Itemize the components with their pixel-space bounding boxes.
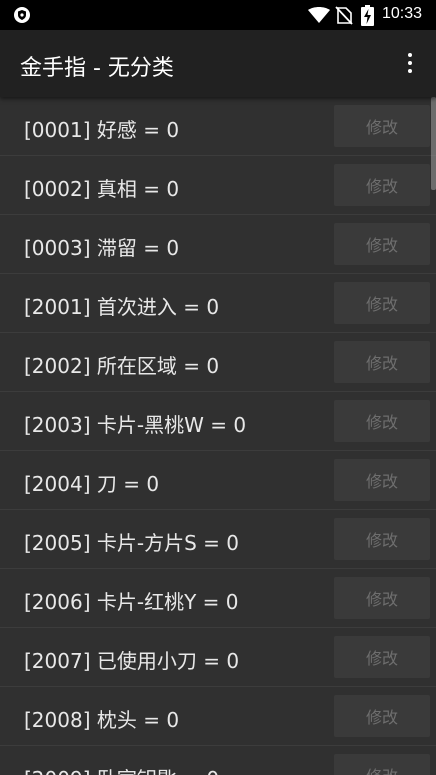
edit-button[interactable]: 修改 xyxy=(334,400,430,442)
app-bar: 金手指 - 无分类 xyxy=(0,30,436,97)
edit-button[interactable]: 修改 xyxy=(334,282,430,324)
item-label: [0003] 滞留 = 0 xyxy=(24,236,180,260)
edit-button[interactable]: 修改 xyxy=(334,518,430,560)
wifi-icon xyxy=(308,7,330,23)
list-item: [0002] 真相 = 0 修改 xyxy=(0,156,436,215)
item-label: [2001] 首次进入 = 0 xyxy=(24,295,220,319)
list-item: [0003] 滞留 = 0 修改 xyxy=(0,215,436,274)
list-item: [2007] 已使用小刀 = 0 修改 xyxy=(0,628,436,687)
edit-button[interactable]: 修改 xyxy=(334,164,430,206)
list-item: [2009] 卧室钥匙 = 0 修改 xyxy=(0,746,436,775)
edit-button[interactable]: 修改 xyxy=(334,695,430,737)
cheat-list[interactable]: [0001] 好感 = 0 修改 [0002] 真相 = 0 修改 [0003]… xyxy=(0,97,436,775)
list-item: [2002] 所在区域 = 0 修改 xyxy=(0,333,436,392)
list-item: [2004] 刀 = 0 修改 xyxy=(0,451,436,510)
battery-charging-icon xyxy=(361,5,374,26)
item-label: [0002] 真相 = 0 xyxy=(24,177,180,201)
status-time: 10:33 xyxy=(382,5,423,22)
item-label: [2009] 卧室钥匙 = 0 xyxy=(24,763,219,775)
edit-button[interactable]: 修改 xyxy=(334,341,430,383)
item-label: [0001] 好感 = 0 xyxy=(24,118,180,142)
item-label: [2006] 卡片-红桃Y = 0 xyxy=(24,590,239,614)
edit-button[interactable]: 修改 xyxy=(334,105,430,147)
edit-button[interactable]: 修改 xyxy=(334,223,430,265)
item-label: [2002] 所在区域 = 0 xyxy=(24,354,220,378)
list-item: [2008] 枕头 = 0 修改 xyxy=(0,687,436,746)
app-shield-icon xyxy=(14,7,30,23)
scrollbar[interactable] xyxy=(431,97,436,190)
edit-button[interactable]: 修改 xyxy=(334,459,430,501)
item-label: [2005] 卡片-方片S = 0 xyxy=(24,531,239,555)
status-bar: 10:33 xyxy=(0,0,436,30)
list-item: [0001] 好感 = 0 修改 xyxy=(0,97,436,156)
item-label: [2004] 刀 = 0 xyxy=(24,472,160,496)
more-vert-icon[interactable] xyxy=(398,50,422,78)
list-item: [2006] 卡片-红桃Y = 0 修改 xyxy=(0,569,436,628)
list-item: [2001] 首次进入 = 0 修改 xyxy=(0,274,436,333)
item-label: [2007] 已使用小刀 = 0 xyxy=(24,649,240,673)
no-sim-icon xyxy=(335,6,353,25)
item-label: [2008] 枕头 = 0 xyxy=(24,708,180,732)
item-label: [2003] 卡片-黑桃W = 0 xyxy=(24,413,247,437)
list-item: [2003] 卡片-黑桃W = 0 修改 xyxy=(0,392,436,451)
page-title: 金手指 - 无分类 xyxy=(20,56,174,81)
list-item: [2005] 卡片-方片S = 0 修改 xyxy=(0,510,436,569)
edit-button[interactable]: 修改 xyxy=(334,754,430,775)
edit-button[interactable]: 修改 xyxy=(334,577,430,619)
edit-button[interactable]: 修改 xyxy=(334,636,430,678)
